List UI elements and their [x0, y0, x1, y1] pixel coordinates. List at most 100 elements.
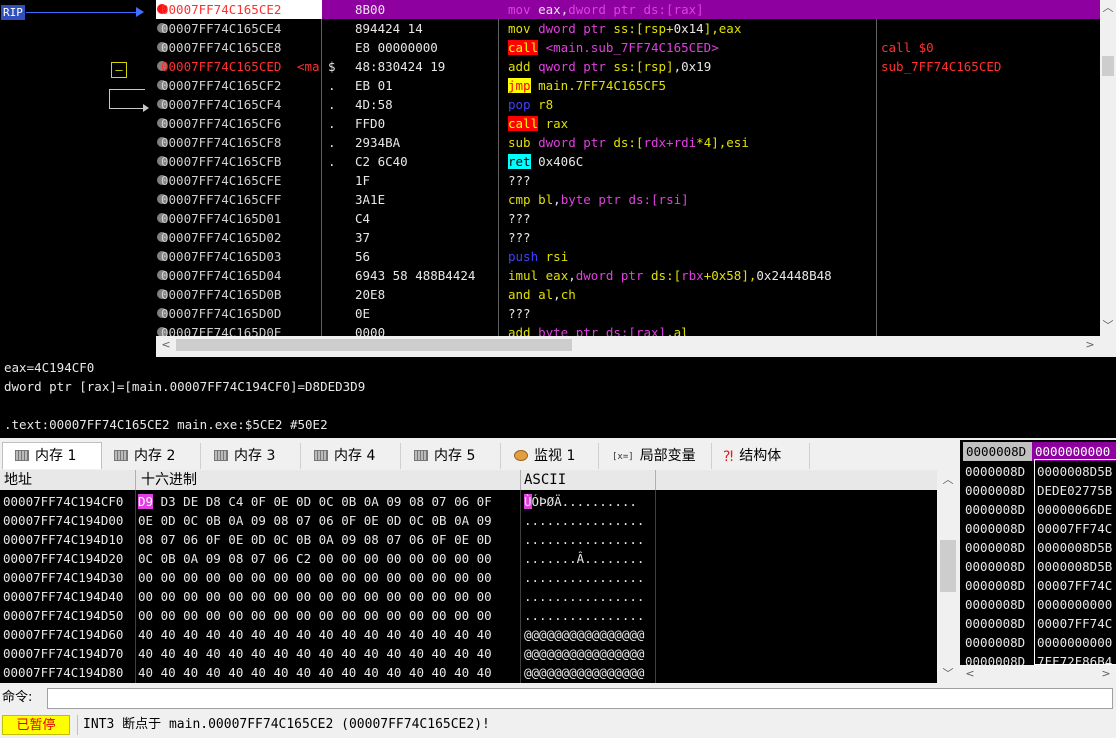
disasm-row[interactable]: 00007FF74C165CED <ma $48:830424 19 add qwor…	[156, 57, 1100, 76]
rip-arrow	[26, 12, 138, 13]
dump-address: 00007FF74C194D30	[3, 570, 124, 585]
scroll-up-icon[interactable]: ︿	[1100, 0, 1116, 16]
tab-1[interactable]: 内存 1	[2, 442, 102, 469]
disasm-horizontal-scrollbar[interactable]: < >	[156, 336, 1100, 354]
disasm-row[interactable]: 00007FF74C165CE4 894424 14 mov dword ptr s…	[156, 19, 1100, 38]
disasm-vertical-scrollbar[interactable]: ︿ ﹀	[1100, 0, 1116, 336]
instruction-address: 00007FF74C165CF8	[161, 135, 282, 150]
memory-dump[interactable]: 00007FF74C194CF0 D9 D3 DE D8 C4 0F 0E 0D …	[0, 470, 937, 683]
disasm-row[interactable]: 00007FF74C165CF4. 4D:58 pop r8	[156, 95, 1100, 114]
tab-label: 内存 2	[134, 448, 176, 464]
disasm-row[interactable]: 00007FF74C165CFE 1F???	[156, 171, 1100, 190]
instruction-token: push	[508, 249, 546, 264]
instruction-token: ,	[553, 287, 561, 302]
stack-head-address: 0000008D	[963, 442, 1034, 461]
scroll-thumb[interactable]	[176, 339, 572, 351]
dump-row[interactable]: 00007FF74C194D00 0E 0D 0C 0B 0A 09 08 07 …	[0, 511, 937, 530]
column-hex[interactable]: 十六进制	[141, 470, 197, 490]
tab-2[interactable]: 内存 2	[102, 443, 201, 469]
disasm-row[interactable]: 00007FF74C165D0E 0000 add byte ptr ds:[rax…	[156, 323, 1100, 336]
disasm-row[interactable]: 00007FF74C165CE8 E8 00000000 call <main.su…	[156, 38, 1100, 57]
branch-marker: .	[328, 97, 336, 112]
dump-hex: 00 00 00 00 00 00 00 00 00 00 00 00 00 0…	[138, 568, 492, 587]
jump-arrow	[109, 89, 145, 90]
stack-address: 0000008D	[965, 521, 1026, 536]
instruction-comment: call $0	[881, 40, 934, 55]
instruction-token: ???	[508, 173, 531, 188]
disasm-row[interactable]: 00007FF74C165D0B 20E8 and al,ch	[156, 285, 1100, 304]
dump-row[interactable]: 00007FF74C194D10 08 07 06 0F 0E 0D 0C 0B …	[0, 530, 937, 549]
selected-byte[interactable]: D9	[138, 494, 154, 509]
instruction-bytes: E8 00000000	[355, 40, 438, 55]
instruction-token: main.7FF74C165CF5	[530, 78, 667, 93]
dump-vertical-scrollbar[interactable]: ︿ ﹀	[937, 470, 959, 683]
instruction-bytes: 4D:58	[355, 97, 393, 112]
dump-row[interactable]: 00007FF74C194D80 40 40 40 40 40 40 40 40 …	[0, 663, 937, 682]
instruction-bytes: 3A1E	[355, 192, 386, 207]
disasm-row[interactable]: 00007FF74C165D02 37???	[156, 228, 1100, 247]
disasm-row[interactable]: 00007FF74C165D0D 0E???	[156, 304, 1100, 323]
disasm-row[interactable]: 00007FF74C165D03 56 push rsi	[156, 247, 1100, 266]
scroll-left-icon[interactable]: <	[158, 337, 174, 353]
disasm-row[interactable]: 00007FF74C165CF2. EB 01 jmp main.7FF74C165…	[156, 76, 1100, 95]
instruction-text: ???	[508, 171, 531, 190]
stack-horizontal-scrollbar[interactable]: < >	[960, 665, 1116, 683]
jump-marker[interactable]: —	[111, 62, 127, 78]
instruction-token: dword ptr	[575, 268, 652, 283]
disasm-row[interactable]: 00007FF74C165CFB. C2 6C40 ret 0x406C	[156, 152, 1100, 171]
instruction-text: pop r8	[508, 95, 553, 114]
ascii-chars: @@@@@@@@@@@@@@@@	[524, 646, 645, 661]
stack-address: 0000008D	[965, 559, 1026, 574]
instruction-token: ???	[508, 306, 531, 321]
column-address[interactable]: 地址	[4, 470, 32, 490]
tab-6[interactable]: 监视 1	[502, 443, 599, 469]
disasm-row[interactable]: 00007FF74C165CE2 8B00 mov eax,dword ptr ds…	[156, 0, 1100, 19]
dump-row[interactable]: 00007FF74C194D60 40 40 40 40 40 40 40 40 …	[0, 625, 937, 644]
disasm-row[interactable]: 00007FF74C165CF6. FFD0 call rax	[156, 114, 1100, 133]
scroll-thumb[interactable]	[1102, 56, 1114, 76]
instruction-token: esi	[726, 135, 749, 150]
tab-4[interactable]: 内存 4	[302, 443, 401, 469]
instruction-token: and	[508, 287, 539, 302]
instruction-bytes: 6943 58 488B4424	[355, 268, 476, 283]
scroll-down-icon[interactable]: ﹀	[1100, 318, 1116, 334]
dump-row[interactable]: 00007FF74C194D30 00 00 00 00 00 00 00 00 …	[0, 568, 937, 587]
hex-bytes: 00 00 00 00 00 00 00 00 00 00 00 00 00 0…	[138, 570, 492, 585]
scroll-up-icon[interactable]: ︿	[940, 472, 956, 488]
scroll-left-icon[interactable]: <	[962, 666, 978, 682]
scroll-right-icon[interactable]: >	[1082, 337, 1098, 353]
disasm-row[interactable]: 00007FF74C165D04 6943 58 488B4424 imul eax…	[156, 266, 1100, 285]
hex-bytes: 0C 0B 0A 09 08 07 06 C2 00 00 00 00 00 0…	[138, 551, 492, 566]
instruction-token: ???	[508, 211, 531, 226]
tab-5[interactable]: 内存 5	[402, 443, 501, 469]
tab-7[interactable]: [x=] 局部变量	[600, 443, 712, 469]
scroll-right-icon[interactable]: >	[1098, 666, 1114, 682]
dump-row[interactable]: 00007FF74C194CF0 D9 D3 DE D8 C4 0F 0E 0D …	[0, 492, 937, 511]
column-ascii[interactable]: ASCII	[524, 470, 566, 490]
tab-3[interactable]: 内存 3	[202, 443, 301, 469]
disassembly-view[interactable]: 00007FF74C165CE2 8B00 mov eax,dword ptr ds…	[156, 0, 1100, 336]
dump-hex: 40 40 40 40 40 40 40 40 40 40 40 40 40 4…	[138, 644, 492, 663]
instruction-bytes: 0E	[355, 306, 371, 321]
dump-row[interactable]: 00007FF74C194D20 0C 0B 0A 09 08 07 06 C2 …	[0, 549, 937, 568]
jump-arrow	[109, 108, 145, 109]
scroll-down-icon[interactable]: ﹀	[940, 666, 956, 682]
scroll-thumb[interactable]	[940, 540, 956, 592]
dump-address: 00007FF74C194D50	[3, 608, 124, 623]
dump-row[interactable]: 00007FF74C194D40 00 00 00 00 00 00 00 00 …	[0, 587, 937, 606]
dump-row[interactable]: 00007FF74C194D70 40 40 40 40 40 40 40 40 …	[0, 644, 937, 663]
instruction-token: rsi	[545, 249, 569, 264]
command-input[interactable]	[47, 688, 1113, 709]
dump-hex: 08 07 06 0F 0E 0D 0C 0B 0A 09 08 07 06 0…	[138, 530, 492, 549]
tab-label: 内存 5	[434, 448, 476, 464]
instruction-text: add byte ptr ds:[rax],al	[508, 323, 689, 336]
tab-8[interactable]: ⁈ 结构体	[713, 443, 810, 469]
instruction-token: dword ptr	[538, 135, 614, 150]
instruction-text: ???	[508, 209, 531, 228]
hex-bytes: 08 07 06 0F 0E 0D 0C 0B 0A 09 08 07 06 0…	[138, 532, 492, 547]
dump-row[interactable]: 00007FF74C194D50 00 00 00 00 00 00 00 00 …	[0, 606, 937, 625]
ascii-chars: ÓÞØÄ..........	[531, 494, 637, 509]
disasm-row[interactable]: 00007FF74C165CF8. 2934BA sub dword ptr ds:…	[156, 133, 1100, 152]
disasm-row[interactable]: 00007FF74C165D01 C4???	[156, 209, 1100, 228]
disasm-row[interactable]: 00007FF74C165CFF 3A1E cmp bl,byte ptr ds:[…	[156, 190, 1100, 209]
